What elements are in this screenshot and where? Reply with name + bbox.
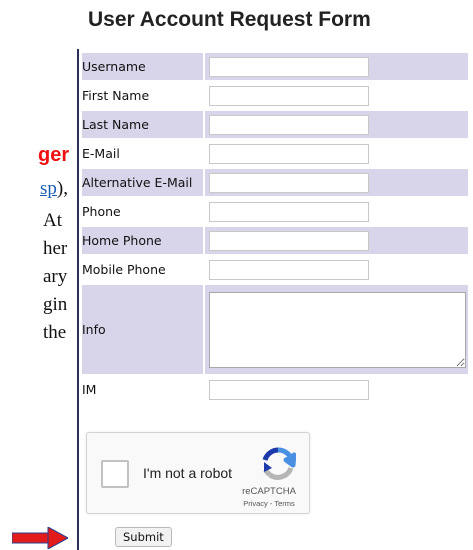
recaptcha-checkbox[interactable] (101, 460, 129, 488)
cropped-link-suffix: ), (56, 178, 68, 199)
terms-link[interactable]: Terms (274, 499, 294, 508)
cropped-text-line: the (43, 322, 67, 343)
recaptcha-label: I'm not a robot (143, 465, 233, 481)
field-label: First Name (82, 88, 150, 103)
im-input[interactable] (209, 379, 369, 400)
field-label: Mobile Phone (82, 262, 166, 277)
form-row-home-phone: Home Phone (82, 227, 468, 254)
username-input[interactable] (209, 56, 369, 77)
page-title: User Account Request Form (88, 8, 371, 31)
mobile-phone-input[interactable] (209, 259, 369, 280)
form-row-username: Username (82, 53, 468, 80)
form-row-alt-email: Alternative E-Mail (82, 169, 468, 196)
info-textarea[interactable] (209, 291, 466, 368)
cropped-text-line: gin (43, 294, 68, 315)
cropped-link[interactable]: sp (40, 178, 57, 199)
phone-input[interactable] (209, 201, 369, 222)
recaptcha-links: Privacy - Terms (232, 499, 306, 508)
form-row-im: IM (82, 376, 468, 403)
privacy-link[interactable]: Privacy (243, 499, 268, 508)
form-row-phone: Phone (82, 198, 468, 225)
last-name-input[interactable] (209, 114, 369, 135)
cropped-heading-fragment: ger (38, 144, 70, 166)
recaptcha-logo-icon (262, 447, 296, 480)
submit-button[interactable]: Submit (115, 527, 172, 547)
field-label: Username (82, 53, 203, 80)
form-row-last-name: Last Name (82, 111, 468, 138)
form-row-info: Info (82, 285, 468, 374)
alt-email-input[interactable] (209, 172, 369, 193)
cropped-text-line: At (43, 210, 62, 231)
email-input[interactable] (209, 143, 369, 164)
field-label: Phone (82, 204, 121, 219)
field-label: Last Name (82, 111, 203, 138)
recaptcha-brand: reCAPTCHA (242, 486, 296, 497)
field-label: Info (82, 285, 203, 374)
field-label: Alternative E-Mail (82, 169, 203, 196)
cropped-link-line: sp), (40, 178, 68, 200)
form-row-email: E-Mail (82, 140, 468, 167)
form-row-mobile-phone: Mobile Phone (82, 256, 468, 283)
cropped-text-line: ary (43, 266, 68, 287)
first-name-input[interactable] (209, 85, 369, 106)
field-label: IM (82, 382, 97, 397)
cropped-text-line: her (43, 238, 68, 259)
right-arrow-icon (12, 527, 68, 549)
field-label: E-Mail (82, 146, 120, 161)
recaptcha-widget: I'm not a robot reCAPTCHA Privacy - Term… (86, 432, 310, 514)
form-row-first-name: First Name (82, 82, 468, 109)
field-label: Home Phone (82, 227, 203, 254)
account-request-form: Username First Name Last Name E-Mail Alt… (80, 51, 470, 405)
home-phone-input[interactable] (209, 230, 369, 251)
